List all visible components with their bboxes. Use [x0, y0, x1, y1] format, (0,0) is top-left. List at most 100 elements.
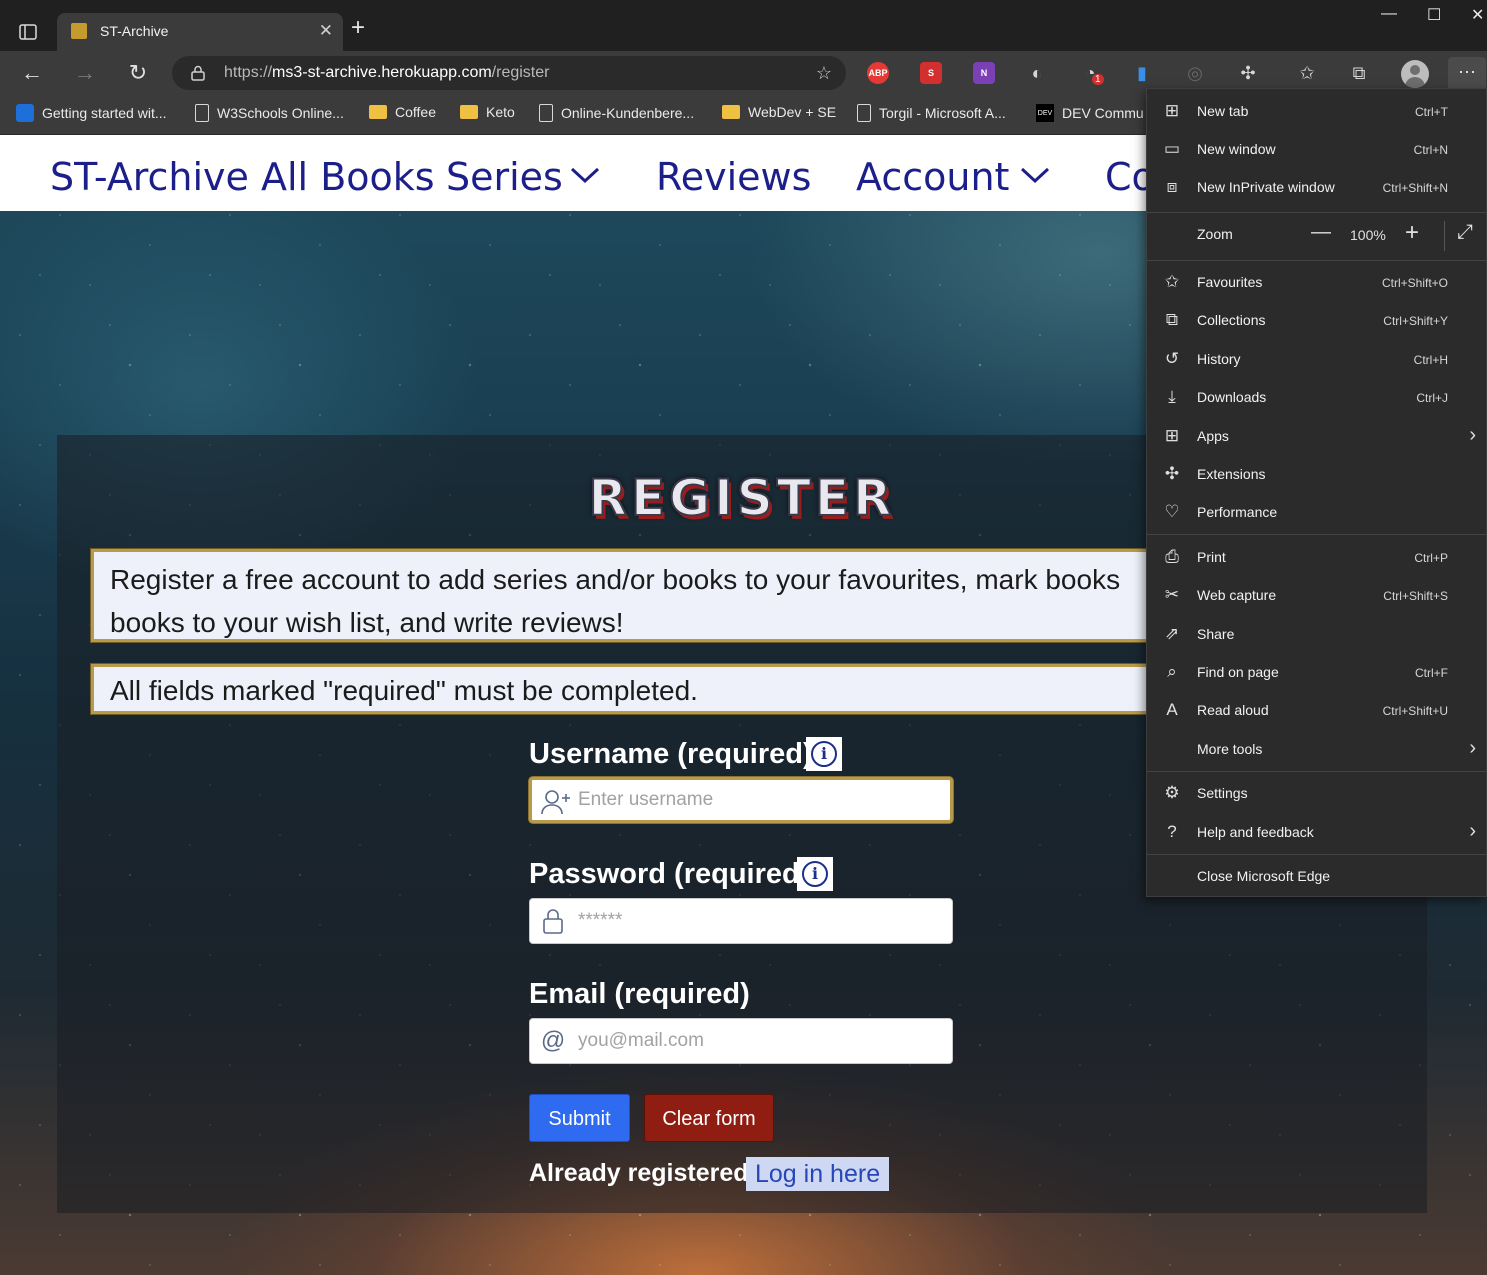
favourite-item[interactable]: Getting started wit...: [16, 104, 167, 122]
adblock-extension-icon[interactable]: ABP: [867, 62, 889, 84]
required-note-box: All fields marked "required" must be com…: [91, 664, 1191, 714]
new-tab-icon: ⊞: [1164, 101, 1180, 120]
menu-more-tools[interactable]: More tools ›: [1147, 730, 1487, 768]
username-label: Username (required): [529, 738, 813, 770]
nav-reviews[interactable]: Reviews: [656, 155, 811, 199]
favourite-folder[interactable]: Coffee: [369, 104, 436, 120]
onenote-extension-icon[interactable]: N: [973, 62, 995, 84]
menu-new-tab[interactable]: ⊞ New tab Ctrl+T: [1147, 92, 1487, 130]
nav-account[interactable]: Account: [856, 155, 1009, 199]
refresh-icon[interactable]: ↻: [124, 59, 152, 87]
chevron-down-icon[interactable]: [570, 165, 600, 185]
username-input[interactable]: Enter username: [529, 777, 953, 823]
menu-favourites[interactable]: ✩ Favourites Ctrl+Shift+O: [1147, 263, 1487, 301]
nav-brand[interactable]: ST-Archive: [50, 155, 249, 199]
submit-button[interactable]: Submit: [529, 1094, 630, 1142]
menu-web-capture[interactable]: ✂ Web capture Ctrl+Shift+S: [1147, 576, 1487, 614]
required-note: All fields marked "required" must be com…: [110, 675, 698, 706]
gear-icon: ⚙: [1164, 783, 1180, 802]
url-text: https://ms3-st-archive.herokuapp.com/reg…: [224, 64, 550, 81]
address-bar[interactable]: https://ms3-st-archive.herokuapp.com/reg…: [172, 56, 846, 90]
zoom-value: 100%: [1350, 227, 1386, 243]
coins-extension-icon[interactable]: ◎: [1183, 61, 1207, 85]
settings-and-more-button[interactable]: ···: [1448, 57, 1486, 91]
already-registered-text: Already registered?: [529, 1159, 764, 1187]
clear-form-button[interactable]: Clear form: [644, 1094, 774, 1142]
info-icon: i: [802, 861, 828, 887]
printer-icon: ⎙: [1165, 547, 1179, 566]
heartbeat-icon: ♡: [1164, 502, 1180, 521]
inprivate-icon: ⧈: [1166, 177, 1178, 196]
favourite-folder[interactable]: WebDev + SE: [722, 104, 836, 120]
fullscreen-icon[interactable]: ⤢: [1457, 221, 1473, 244]
menu-close-edge[interactable]: Close Microsoft Edge: [1147, 857, 1487, 895]
menu-settings[interactable]: ⚙ Settings: [1147, 774, 1487, 812]
menu-read-aloud[interactable]: A Read aloud Ctrl+Shift+U: [1147, 691, 1487, 729]
forward-icon[interactable]: →: [71, 59, 99, 87]
share-icon: ⇗: [1164, 624, 1180, 643]
menu-divider: [1147, 212, 1487, 213]
username-placeholder: Enter username: [578, 789, 714, 810]
minimize-icon[interactable]: —: [1381, 5, 1397, 23]
register-info-box: Register a free account to add series an…: [91, 549, 1191, 642]
add-favourite-icon[interactable]: ☆: [816, 63, 832, 84]
register-info-line-1: Register a free account to add series an…: [110, 564, 1121, 595]
title-bar: ST-Archive ✕ + — ☐ ✕: [0, 0, 1487, 51]
close-tab-icon[interactable]: ✕: [319, 21, 333, 41]
extensions-puzzle-icon[interactable]: ✣: [1236, 61, 1260, 85]
username-info-button[interactable]: i: [806, 737, 842, 771]
menu-find-on-page[interactable]: ⌕ Find on page Ctrl+F: [1147, 653, 1487, 691]
page-icon: [857, 104, 871, 122]
folder-icon: [460, 105, 478, 119]
menu-apps[interactable]: ⊞ Apps ›: [1147, 417, 1487, 455]
zoom-out-icon[interactable]: —: [1311, 221, 1331, 244]
s-extension-icon[interactable]: S: [920, 62, 942, 84]
favourites-star-icon[interactable]: ✩: [1295, 61, 1319, 85]
menu-new-inprivate-window[interactable]: ⧈ New InPrivate window Ctrl+Shift+N: [1147, 168, 1487, 206]
browser-tab[interactable]: ST-Archive ✕: [57, 13, 343, 51]
dev-icon: DEV: [1036, 104, 1054, 122]
favourite-folder[interactable]: Keto: [460, 104, 515, 120]
menu-collections[interactable]: ⧉ Collections Ctrl+Shift+Y: [1147, 301, 1487, 339]
menu-divider: [1147, 260, 1487, 261]
maximize-icon[interactable]: ☐: [1427, 5, 1441, 25]
menu-extensions[interactable]: ✣ Extensions: [1147, 455, 1487, 493]
help-icon: ?: [1167, 822, 1177, 841]
favourites-icon: ✩: [1164, 272, 1180, 291]
favourite-item[interactable]: Torgil - Microsoft A...: [857, 104, 1006, 122]
favourite-item[interactable]: W3Schools Online...: [195, 104, 344, 122]
login-link[interactable]: Log in here: [746, 1157, 890, 1191]
chevron-down-icon[interactable]: [1020, 165, 1050, 185]
menu-downloads[interactable]: ⤓ Downloads Ctrl+J: [1147, 378, 1487, 416]
window-icon: ▭: [1163, 139, 1181, 158]
bookmark-extension-icon[interactable]: ▮: [1130, 61, 1154, 85]
password-input[interactable]: ******: [529, 898, 953, 944]
menu-help-and-feedback[interactable]: ? Help and feedback ›: [1147, 813, 1487, 851]
extension-badge-icon[interactable]: ◔ 1: [1078, 61, 1104, 85]
menu-print[interactable]: ⎙ Print Ctrl+P: [1147, 538, 1487, 576]
menu-history[interactable]: ↺ History Ctrl+H: [1147, 340, 1487, 378]
nav-series[interactable]: Series: [446, 155, 563, 199]
new-tab-button[interactable]: +: [351, 14, 365, 42]
back-icon[interactable]: ←: [18, 59, 46, 87]
nav-all-books[interactable]: All Books: [261, 155, 435, 199]
menu-new-window[interactable]: ▭ New window Ctrl+N: [1147, 130, 1487, 168]
tab-title: ST-Archive: [100, 23, 169, 39]
zoom-in-icon[interactable]: +: [1405, 219, 1419, 247]
email-label: Email (required): [529, 978, 750, 1010]
password-info-button[interactable]: i: [797, 857, 833, 891]
at-sign-icon: @: [540, 1027, 566, 1054]
page-icon: [539, 104, 553, 122]
tab-actions-button[interactable]: [10, 18, 46, 46]
favourite-item[interactable]: Online-Kundenbere...: [539, 104, 694, 122]
menu-performance[interactable]: ♡ Performance: [1147, 493, 1487, 531]
collections-icon[interactable]: ⧉: [1347, 61, 1371, 85]
register-info-line-2: books to your wish list, and write revie…: [110, 607, 624, 638]
close-window-icon[interactable]: ✕: [1471, 5, 1484, 25]
favourite-item[interactable]: DEV DEV Commu: [1036, 104, 1144, 122]
menu-share[interactable]: ⇗ Share: [1147, 615, 1487, 653]
extension-circle-icon[interactable]: ◐: [1025, 61, 1049, 85]
profile-avatar[interactable]: [1401, 60, 1429, 88]
email-input[interactable]: @ you@mail.com: [529, 1018, 953, 1064]
folder-icon: [722, 105, 740, 119]
